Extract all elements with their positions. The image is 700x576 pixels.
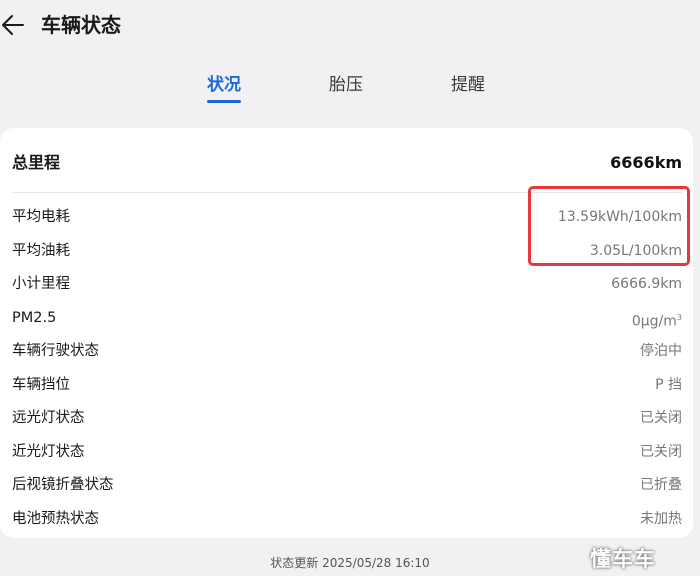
page-title: 车辆状态 xyxy=(41,13,121,37)
row-label: 近光灯状态 xyxy=(12,444,85,460)
watermark: 懂车车 xyxy=(590,547,656,571)
arrow-left-icon xyxy=(2,15,24,35)
row-value: 停泊中 xyxy=(640,343,682,359)
row-value: 未加热 xyxy=(640,511,682,527)
row-value: 6666.9km xyxy=(611,276,682,292)
row-gear: 车辆挡位 P 挡 xyxy=(12,373,682,397)
row-label: 平均油耗 xyxy=(12,243,70,259)
row-label: 远光灯状态 xyxy=(12,410,85,426)
back-button[interactable] xyxy=(0,10,26,40)
tab-tire-pressure[interactable]: 胎压 xyxy=(329,72,363,98)
row-label: 车辆行驶状态 xyxy=(12,343,99,359)
row-label: 平均电耗 xyxy=(12,209,70,225)
row-value: 已关闭 xyxy=(640,410,682,426)
row-label: 小计里程 xyxy=(12,276,70,292)
tab-condition[interactable]: 状况 xyxy=(207,72,241,98)
row-total-mileage: 总里程 6666km xyxy=(12,151,682,175)
row-value: 已关闭 xyxy=(640,444,682,460)
row-label: 后视镜折叠状态 xyxy=(12,477,114,493)
row-mirror-fold: 后视镜折叠状态 已折叠 xyxy=(12,473,682,497)
row-high-beam: 远光灯状态 已关闭 xyxy=(12,406,682,430)
total-mileage-value: 6666km xyxy=(610,153,682,172)
row-trip-mileage: 小计里程 6666.9km xyxy=(12,272,682,296)
tab-bar: 状况 胎压 提醒 xyxy=(0,72,700,112)
active-tab-indicator xyxy=(207,100,241,103)
row-value: P 挡 xyxy=(655,377,682,393)
row-value: 已折叠 xyxy=(640,477,682,493)
total-mileage-label: 总里程 xyxy=(12,153,61,172)
row-label: 车辆挡位 xyxy=(12,377,70,393)
row-low-beam: 近光灯状态 已关闭 xyxy=(12,440,682,464)
row-value: 0μg/m3 xyxy=(631,313,682,330)
row-battery-preheat: 电池预热状态 未加热 xyxy=(12,507,682,531)
tab-reminders[interactable]: 提醒 xyxy=(451,72,485,98)
header: 车辆状态 xyxy=(0,0,700,52)
row-label: 电池预热状态 xyxy=(12,511,99,527)
row-label: PM2.5 xyxy=(12,310,57,326)
highlight-annotation-box xyxy=(528,186,690,266)
row-pm25: PM2.5 0μg/m3 xyxy=(12,306,682,330)
row-driving-state: 车辆行驶状态 停泊中 xyxy=(12,339,682,363)
